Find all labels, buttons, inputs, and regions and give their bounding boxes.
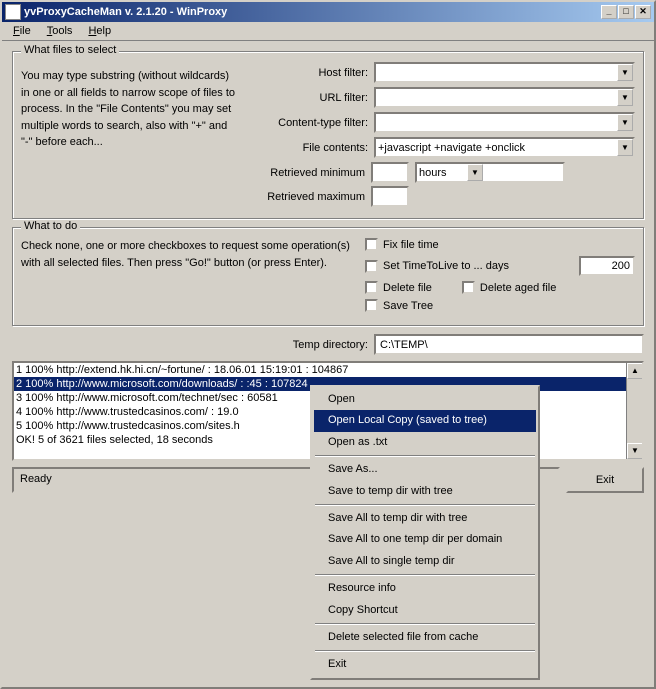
timeunit-select[interactable] [415,162,565,183]
chevron-down-icon[interactable]: ▼ [617,139,633,156]
delete-file-checkbox[interactable] [365,281,378,294]
menu-separator [315,574,535,576]
retmin-input[interactable] [371,162,409,183]
group-what-todo: What to do Check none, one or more check… [12,227,644,326]
retmax-label: Retrieved maximum [21,191,371,203]
chevron-down-icon[interactable]: ▼ [467,164,483,181]
chevron-down-icon[interactable]: ▼ [617,89,633,106]
save-label: Save Tree [383,300,433,312]
scroll-up-icon[interactable]: ▲ [627,363,643,379]
menu-separator [315,623,535,625]
context-menu-item[interactable]: Save All to single temp dir [314,551,536,572]
scroll-down-icon[interactable]: ▼ [627,443,643,459]
ttl-days-input[interactable] [579,256,635,276]
url-filter-label: URL filter: [246,92,374,104]
menu-separator [315,650,535,652]
minimize-button[interactable]: _ [601,5,617,19]
context-menu-item[interactable]: Save All to one temp dir per domain [314,529,536,550]
group-select-title: What files to select [21,44,119,56]
tempdir-input[interactable] [374,334,644,355]
app-icon [5,4,21,20]
maximize-button[interactable]: □ [618,5,634,19]
ttl-label: Set TimeToLive to ... days [383,260,509,272]
retmax-input[interactable] [371,186,409,207]
context-menu-item[interactable]: Save to temp dir with tree [314,481,536,502]
menu-separator [315,504,535,506]
url-filter-input[interactable] [374,87,635,108]
context-menu-item[interactable]: Save All to temp dir with tree [314,508,536,529]
context-menu-item[interactable]: Resource info [314,578,536,599]
ctype-filter-input[interactable] [374,112,635,133]
tempdir-label: Temp directory: [293,339,374,351]
fix-filetime-checkbox[interactable] [365,238,378,251]
chevron-down-icon[interactable]: ▼ [617,114,633,131]
menu-help[interactable]: Help [80,23,119,39]
context-menu-item[interactable]: Delete selected file from cache [314,627,536,648]
ttl-checkbox[interactable] [365,260,378,273]
exit-button[interactable]: Exit [566,467,644,493]
menu-file[interactable]: File [5,23,39,39]
group-todo-title: What to do [21,220,80,232]
save-tree-checkbox[interactable] [365,299,378,312]
context-menu: OpenOpen Local Copy (saved to tree)Open … [310,385,540,680]
host-filter-input[interactable] [374,62,635,83]
context-menu-item[interactable]: Open Local Copy (saved to tree) [314,410,536,431]
ctype-filter-label: Content-type filter: [246,117,374,129]
close-button[interactable]: ✕ [635,5,651,19]
del-label: Delete file [383,282,432,294]
fcontents-label: File contents: [246,142,374,154]
chevron-down-icon[interactable]: ▼ [617,64,633,81]
list-item[interactable]: 1 100% http://extend.hk.hi.cn/~fortune/ … [14,363,642,377]
group-what-files: What files to select You may type substr… [12,51,644,219]
context-menu-item[interactable]: Save As... [314,459,536,480]
delaged-label: Delete aged file [480,282,556,294]
context-menu-item[interactable]: Exit [314,654,536,675]
delete-aged-checkbox[interactable] [462,281,475,294]
select-hint: You may type substring (without wildcard… [21,62,236,162]
menu-tools[interactable]: Tools [39,23,81,39]
menu-separator [315,455,535,457]
context-menu-item[interactable]: Open as .txt [314,432,536,453]
fcontents-input[interactable] [374,137,635,158]
fix-label: Fix file time [383,239,439,251]
retmin-label: Retrieved minimum [21,167,371,179]
menubar: File Tools Help [2,22,654,41]
todo-hint: Check none, one or more checkboxes to re… [21,238,351,317]
context-menu-item[interactable]: Open [314,389,536,410]
window-title: yvProxyCacheMan v. 2.1.20 - WinProxy [24,6,601,18]
scrollbar[interactable]: ▲ ▼ [626,363,642,459]
host-filter-label: Host filter: [246,67,374,79]
titlebar: yvProxyCacheMan v. 2.1.20 - WinProxy _ □… [2,2,654,22]
context-menu-item[interactable]: Copy Shortcut [314,600,536,621]
